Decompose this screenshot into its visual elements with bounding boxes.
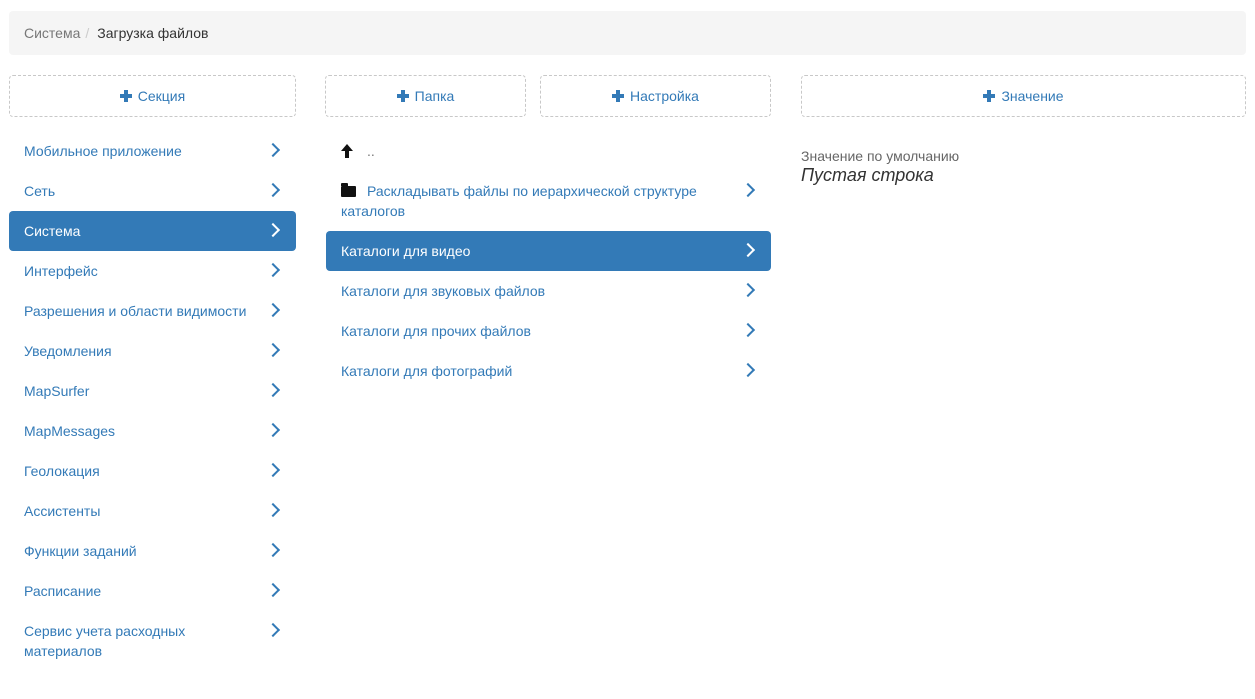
section-item-label: Ассистенты [24, 503, 101, 519]
section-item-label: Разрешения и области видимости [24, 303, 247, 319]
section-item-network[interactable]: Сеть [9, 171, 296, 211]
default-value-text: Пустая строка [801, 165, 934, 185]
add-folder-button[interactable]: Папка [325, 75, 526, 117]
section-item-label: MapSurfer [24, 383, 90, 399]
section-item-permissions[interactable]: Разрешения и области видимости [9, 291, 296, 331]
section-item-task-functions[interactable]: Функции заданий [9, 531, 296, 571]
breadcrumb-current: Загрузка файлов [97, 25, 209, 41]
default-value-label: Значение по умолчанию [801, 148, 960, 164]
breadcrumb: Система / Загрузка файлов [9, 11, 1246, 55]
section-item-label: Уведомления [24, 343, 112, 359]
setting-item-audio[interactable]: Каталоги для звуковых файлов [326, 271, 771, 311]
folder-up-label: .. [367, 143, 375, 159]
section-item-assistants[interactable]: Ассистенты [9, 491, 296, 531]
breadcrumb-parent[interactable]: Система [24, 25, 80, 41]
plus-icon [983, 90, 996, 102]
section-item-notifications[interactable]: Уведомления [9, 331, 296, 371]
plus-icon [119, 90, 132, 102]
breadcrumb-separator: / [85, 25, 90, 41]
section-item-label: Функции заданий [24, 543, 137, 559]
folder-up-item[interactable]: .. [326, 131, 771, 171]
section-item-label: Система [24, 223, 81, 239]
arrow-up-icon [341, 144, 353, 158]
section-item-label: Расписание [24, 583, 102, 599]
section-item-system[interactable]: Система [9, 211, 296, 251]
add-value-label: Значение [1001, 88, 1064, 104]
section-item-geolocation[interactable]: Геолокация [9, 451, 296, 491]
plus-icon [612, 90, 625, 102]
setting-item-label: Каталоги для видео [341, 243, 471, 259]
setting-item-video[interactable]: Каталоги для видео [326, 231, 771, 271]
plus-icon [396, 90, 409, 102]
section-item-label: MapMessages [24, 423, 116, 439]
section-item-mobile-app[interactable]: Мобильное приложение [9, 131, 296, 171]
section-item-label: Геолокация [24, 463, 100, 479]
section-list: Мобильное приложение Сеть Система Интерф… [9, 131, 296, 671]
add-setting-button[interactable]: Настройка [540, 75, 771, 117]
folder-list: .. Раскладывать файлы по иерархической с… [326, 131, 771, 391]
setting-item-photos[interactable]: Каталоги для фотографий [326, 351, 771, 391]
value-panel: Значение по умолчанию Пустая строка [801, 148, 959, 186]
folder-item-label: Раскладывать файлы по иерархической стру… [341, 183, 697, 219]
add-section-button[interactable]: Секция [9, 75, 296, 117]
add-value-button[interactable]: Значение [801, 75, 1246, 117]
folder-icon [341, 183, 356, 197]
section-item-label: Сеть [24, 183, 56, 199]
section-item-label: Сервис учета расходных материалов [24, 623, 186, 659]
section-item-mapmessages[interactable]: MapMessages [9, 411, 296, 451]
setting-item-label: Каталоги для прочих файлов [341, 323, 531, 339]
add-folder-label: Папка [414, 88, 455, 104]
add-setting-label: Настройка [630, 88, 699, 104]
folder-item-hierarchical[interactable]: Раскладывать файлы по иерархической стру… [326, 171, 771, 231]
add-section-label: Секция [137, 88, 186, 104]
section-item-consumables-service[interactable]: Сервис учета расходных материалов [9, 611, 296, 671]
section-item-interface[interactable]: Интерфейс [9, 251, 296, 291]
section-item-mapsurfer[interactable]: MapSurfer [9, 371, 296, 411]
section-item-schedule[interactable]: Расписание [9, 571, 296, 611]
setting-item-label: Каталоги для фотографий [341, 363, 513, 379]
setting-item-other-files[interactable]: Каталоги для прочих файлов [326, 311, 771, 351]
setting-item-label: Каталоги для звуковых файлов [341, 283, 546, 299]
section-item-label: Интерфейс [24, 263, 98, 279]
section-item-label: Мобильное приложение [24, 143, 182, 159]
